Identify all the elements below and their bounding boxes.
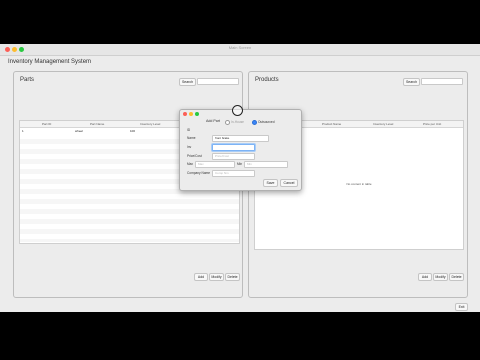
products-col-inv[interactable]: Inventory Level [373,122,393,126]
company-label: Company Name [187,171,211,175]
dialog-close-icon[interactable] [183,112,187,116]
products-title: Products [255,77,279,83]
parts-delete-button[interactable]: Delete [225,273,240,281]
inhouse-radio[interactable] [225,120,230,125]
parts-col-id[interactable]: Part ID [42,122,51,126]
name-label: Name [187,136,196,140]
products-search-input[interactable] [421,78,463,85]
dialog-minimize-icon[interactable] [189,112,193,116]
parts-add-button[interactable]: Add [194,273,208,281]
parts-col-name[interactable]: Part Name [90,122,104,126]
parts-search-input[interactable] [197,78,239,85]
exit-button[interactable]: Exit [455,303,468,311]
cancel-button[interactable]: Cancel [280,179,298,187]
min-label: Min [237,162,243,166]
add-part-dialog: Add Part In-House Outsourced ID Name fro… [179,109,302,191]
parts-cell-name: wheel [75,129,83,133]
parts-cell-inv: 100 [130,129,136,133]
parts-modify-button[interactable]: Modify [209,273,224,281]
max-field[interactable]: Max [195,161,235,168]
inv-label: Inv [187,145,192,149]
cursor-icon [232,105,243,116]
max-label: Max [187,162,194,166]
app-title: Inventory Management System [8,59,92,65]
dialog-maximize-icon[interactable] [195,112,199,116]
products-col-price[interactable]: Price per Unit [423,122,441,126]
parts-title: Parts [20,77,35,83]
parts-cell-id: 1 [22,129,24,133]
window-titlebar: Main Screen [0,44,480,56]
products-modify-button[interactable]: Modify [433,273,448,281]
name-field[interactable]: front brake [212,135,269,142]
products-delete-button[interactable]: Delete [449,273,464,281]
products-add-button[interactable]: Add [418,273,432,281]
outsourced-radio[interactable] [252,120,257,125]
products-search-button[interactable]: Search [403,78,420,86]
parts-search-button[interactable]: Search [179,78,196,86]
id-label: ID [187,128,191,132]
parts-col-inv[interactable]: Inventory Level [140,122,160,126]
price-field[interactable]: Price/Cost [212,153,255,160]
inhouse-label[interactable]: In-House [231,120,244,124]
price-label: Price/Cost [187,154,202,158]
save-button[interactable]: Save [263,179,278,187]
outsourced-label[interactable]: Outsourced [258,120,274,124]
products-col-name[interactable]: Product Name [322,122,341,126]
window-title: Main Screen [228,45,252,50]
inv-field[interactable] [212,144,255,151]
dialog-title: Add Part [206,119,220,123]
company-field[interactable]: Comp Nm [212,170,255,177]
min-field[interactable]: Min [244,161,288,168]
